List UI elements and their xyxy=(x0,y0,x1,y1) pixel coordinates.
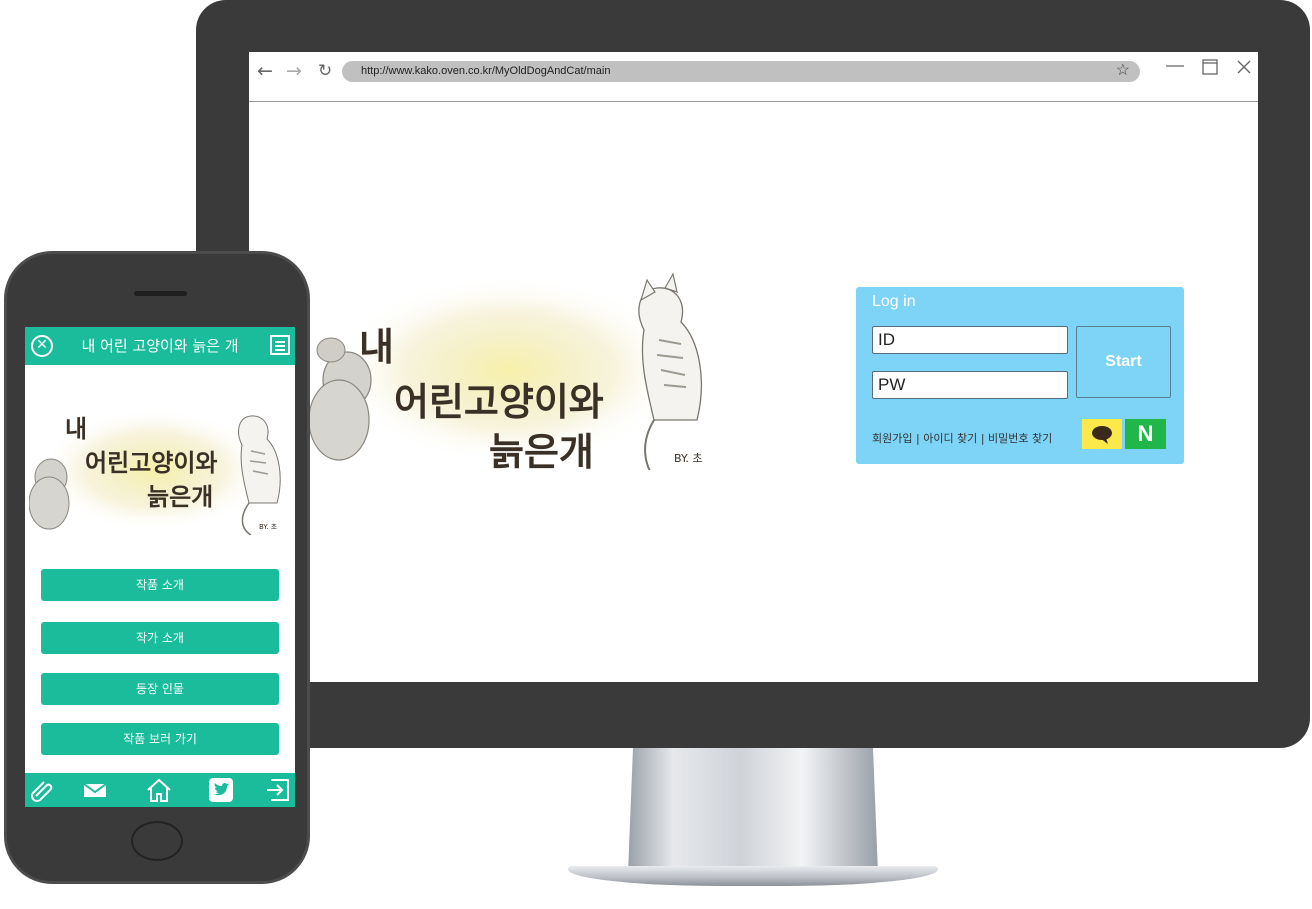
id-input[interactable]: ID xyxy=(872,326,1068,354)
mobile-header: ✕ 내 어린 고양이와 늙은 개 xyxy=(25,327,295,365)
cat-illustration xyxy=(638,272,702,470)
login-panel: Log in ID PW Start 회원가입 | 아이디 찾기 | 비밀번호 … xyxy=(856,287,1184,464)
mail-icon[interactable] xyxy=(82,777,108,803)
minimize-icon[interactable] xyxy=(1165,60,1185,72)
menu-button-characters[interactable]: 등장 인물 xyxy=(41,673,279,705)
title-art-signature: BY. 초 xyxy=(674,452,703,465)
start-button[interactable]: Start xyxy=(1076,326,1171,398)
link-separator: | xyxy=(915,432,920,445)
mobile-title-art-line1: 내 xyxy=(65,415,87,443)
title-art-line3: 늙은개 xyxy=(489,430,594,470)
naver-login-button[interactable]: N xyxy=(1125,419,1166,449)
kakao-speech-bubble-icon xyxy=(1092,426,1112,444)
desktop-browser-window: ← → ↻ http://www.kako.oven.co.kr/MyOldDo… xyxy=(249,52,1258,682)
mobile-screen: ✕ 내 어린 고양이와 늙은 개 내 어린고양이와 늙은개 BY. 초 작품 소… xyxy=(25,327,295,807)
phone-home-button[interactable] xyxy=(131,821,183,861)
maximize-icon[interactable] xyxy=(1202,59,1218,75)
mobile-title-art-line2: 어린고양이와 xyxy=(85,449,217,477)
phone-speaker xyxy=(134,291,187,296)
menu-button-author-intro[interactable]: 작가 소개 xyxy=(41,622,279,654)
browser-toolbar: ← → ↻ http://www.kako.oven.co.kr/MyOldDo… xyxy=(249,52,1258,102)
star-icon[interactable]: ☆ xyxy=(1116,60,1130,81)
logout-icon[interactable] xyxy=(265,777,291,803)
menu-button-work-intro[interactable]: 작품 소개 xyxy=(41,569,279,601)
attachment-icon[interactable] xyxy=(29,777,55,803)
mobile-header-title: 내 어린 고양이와 늙은 개 xyxy=(81,337,239,355)
login-title: Log in xyxy=(872,293,916,310)
title-art-line2: 어린고양이와 xyxy=(394,380,604,424)
signup-link[interactable]: 회원가입 xyxy=(872,432,912,445)
menu-button-view-work[interactable]: 작품 보러 가기 xyxy=(41,723,279,755)
menu-list-icon[interactable] xyxy=(270,335,290,355)
dog-illustration xyxy=(29,458,70,530)
title-artwork: 내 어린고양이와 늙은개 BY. 초 xyxy=(309,272,703,470)
mobile-footer-bar xyxy=(25,773,295,807)
mobile-title-art-signature: BY. 초 xyxy=(259,523,278,531)
password-input[interactable]: PW xyxy=(872,371,1068,399)
mobile-phone-frame: ✕ 내 어린 고양이와 늙은 개 내 어린고양이와 늙은개 BY. 초 작품 소… xyxy=(4,251,310,884)
mobile-title-artwork: 내 어린고양이와 늙은개 BY. 초 xyxy=(29,408,281,535)
login-links: 회원가입 | 아이디 찾기 | 비밀번호 찾기 xyxy=(872,430,1052,446)
twitter-icon[interactable] xyxy=(208,777,234,803)
arrow-left-icon[interactable]: ← xyxy=(257,60,273,82)
home-icon[interactable] xyxy=(146,777,172,803)
address-bar-url: http://www.kako.oven.co.kr/MyOldDogAndCa… xyxy=(361,65,611,77)
monitor-stand-base xyxy=(568,866,938,886)
monitor-stand xyxy=(628,748,878,873)
arrow-right-icon[interactable]: → xyxy=(286,60,302,82)
kakao-login-button[interactable] xyxy=(1082,419,1122,449)
mobile-title-art-line3: 늙은개 xyxy=(147,483,213,511)
find-id-link[interactable]: 아이디 찾기 xyxy=(923,432,977,445)
cat-illustration xyxy=(238,415,281,535)
address-bar[interactable]: http://www.kako.oven.co.kr/MyOldDogAndCa… xyxy=(342,61,1140,82)
refresh-icon[interactable]: ↻ xyxy=(318,61,332,81)
find-password-link[interactable]: 비밀번호 찾기 xyxy=(988,432,1052,445)
close-icon[interactable] xyxy=(1237,60,1251,74)
link-separator: | xyxy=(980,432,985,445)
title-art-line1: 내 xyxy=(359,325,394,369)
